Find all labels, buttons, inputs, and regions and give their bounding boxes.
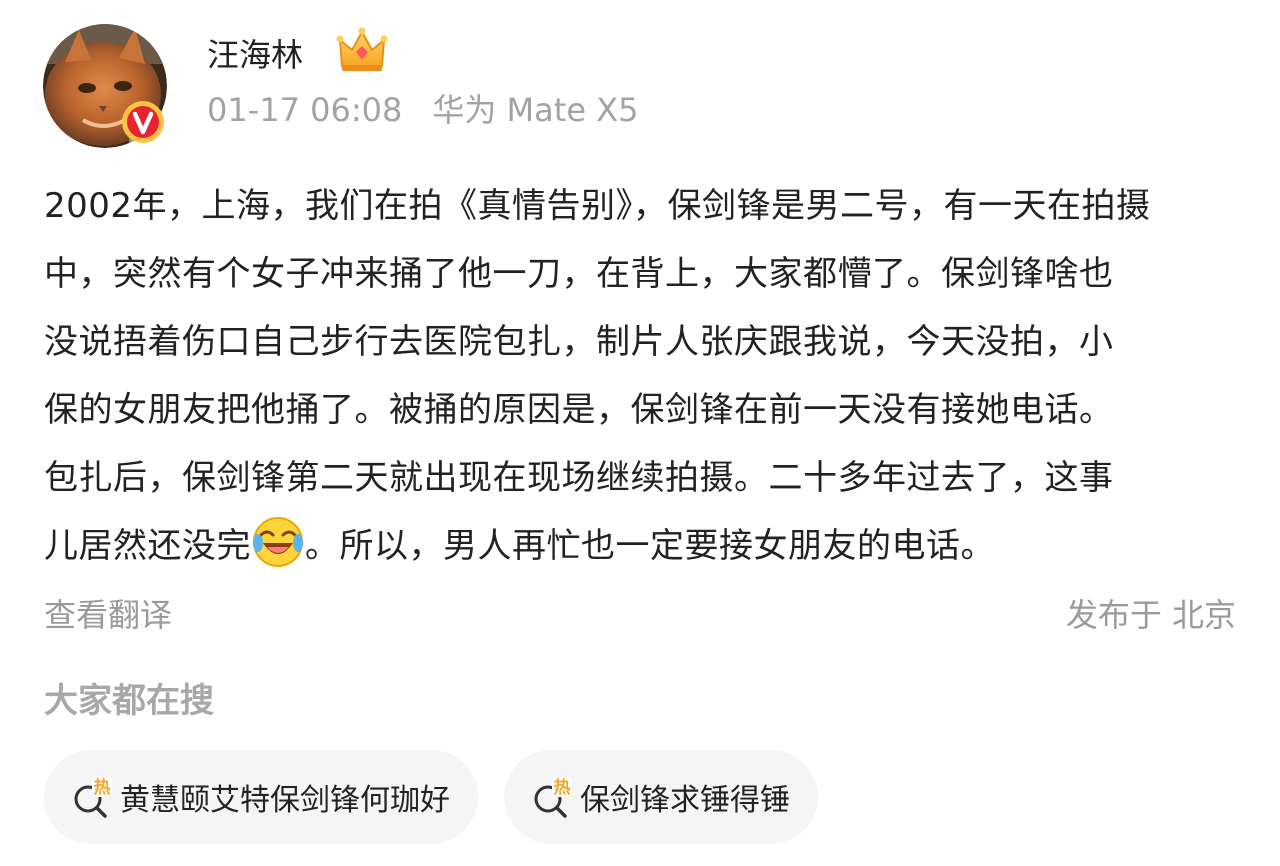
post-line: 保的女朋友把他捅了。被捅的原因是，保剑锋在前一天没有接她电话。 bbox=[44, 390, 1114, 430]
author-avatar[interactable] bbox=[43, 24, 167, 148]
svg-text:热: 热 bbox=[94, 777, 111, 798]
trending-list: 热 黄慧颐艾特保剑锋何珈好 热 保剑锋求锤得锤 bbox=[44, 750, 818, 844]
trending-chip-label: 保剑锋求锤得锤 bbox=[580, 783, 790, 818]
post-body: 2002年，上海，我们在拍《真情告别》，保剑锋是男二号，有一天在拍摄 中，突然有… bbox=[44, 172, 1239, 580]
post-device: 华为 Mate X5 bbox=[432, 91, 639, 129]
post-line: 2002年，上海，我们在拍《真情告别》，保剑锋是男二号，有一天在拍摄 bbox=[44, 186, 1151, 226]
trending-chip-label: 黄慧颐艾特保剑锋何珈好 bbox=[120, 783, 450, 818]
hot-search-icon: 热 bbox=[74, 777, 112, 818]
post-line: 没说捂着伤口自己步行去医院包扎，制片人张庆跟我说，今天没拍，小 bbox=[44, 322, 1114, 362]
hot-search-icon: 热 bbox=[534, 777, 572, 818]
view-translation-link[interactable]: 查看翻译 bbox=[44, 590, 172, 640]
crown-icon[interactable] bbox=[336, 26, 388, 74]
post-line-last: 儿居然还没完 。所以，男人再忙也一定要接女朋友的电话。 bbox=[44, 512, 1239, 580]
post-line-last-end: 。所以，男人再忙也一定要接女朋友的电话。 bbox=[305, 526, 995, 566]
author-name[interactable]: 汪海林 bbox=[207, 30, 303, 80]
trending-chip[interactable]: 热 保剑锋求锤得锤 bbox=[504, 750, 818, 844]
post-line: 中，突然有个女子冲来捅了他一刀，在背上，大家都懵了。保剑锋啥也 bbox=[44, 254, 1114, 294]
post-meta: 01-17 06:08 华为 Mate X5 bbox=[207, 86, 638, 134]
laugh-cry-emoji-icon bbox=[253, 517, 303, 567]
post-line-last-start: 儿居然还没完 bbox=[44, 526, 251, 566]
trending-chip[interactable]: 热 黄慧颐艾特保剑锋何珈好 bbox=[44, 750, 478, 844]
post-line: 包扎后，保剑锋第二天就出现在现场继续拍摄。二十多年过去了，这事 bbox=[44, 458, 1114, 498]
post-location: 发布于 北京 bbox=[1065, 596, 1236, 634]
v-icon bbox=[122, 101, 164, 143]
post-time: 01-17 06:08 bbox=[207, 91, 403, 129]
svg-text:热: 热 bbox=[554, 777, 571, 798]
trending-title: 大家都在搜 bbox=[44, 681, 214, 721]
